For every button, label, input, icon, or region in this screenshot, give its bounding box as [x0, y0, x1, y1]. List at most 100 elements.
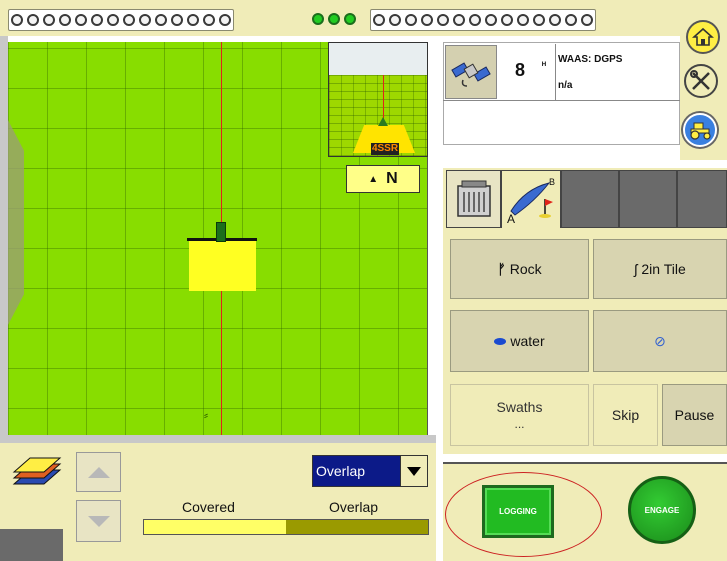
home-button[interactable]	[686, 20, 720, 54]
gps-status-led-bar	[0, 0, 680, 36]
pause-button[interactable]: Pause	[662, 384, 727, 446]
status-led	[565, 14, 577, 26]
status-led	[501, 14, 513, 26]
engage-button[interactable]: ENGAGE	[628, 476, 696, 544]
coverage-swath	[189, 241, 256, 291]
skip-label: Skip	[611, 407, 640, 423]
satellite-icon	[451, 62, 491, 87]
arrow-down-icon	[87, 515, 110, 527]
satellite-count-icon: ᴴ	[542, 60, 546, 70]
status-led	[373, 14, 385, 26]
status-led	[549, 14, 561, 26]
empty-marker-button[interactable]: ⊘	[593, 310, 727, 372]
swaths-label: Swaths	[496, 399, 543, 415]
gps-sub-status: n/a	[558, 80, 573, 91]
led-group-left	[8, 9, 234, 31]
svg-text:B: B	[549, 177, 555, 187]
status-led	[171, 14, 183, 26]
tools-button[interactable]	[684, 64, 718, 98]
ab-line-flag-icon: A B	[507, 177, 555, 225]
water-marker-label: water	[510, 333, 545, 349]
status-led	[581, 14, 593, 26]
perspective-label: 4SSR	[371, 143, 399, 155]
collapsed-side-panel[interactable]	[8, 120, 24, 325]
chevron-down-icon	[407, 466, 421, 476]
status-led	[107, 14, 119, 26]
gps-divider	[555, 44, 556, 100]
status-led	[75, 14, 87, 26]
status-led	[123, 14, 135, 26]
tile-marker-button[interactable]: ʃ 2in Tile	[593, 239, 727, 299]
rock-marker-button[interactable]: ᚠ Rock	[450, 239, 589, 299]
status-led	[328, 13, 340, 25]
coverage-mode-select[interactable]: Overlap	[312, 455, 428, 487]
status-led	[27, 14, 39, 26]
no-symbol-icon: ⊘	[654, 332, 666, 349]
layers-button[interactable]	[10, 450, 62, 498]
tractor-icon	[690, 122, 711, 140]
tab-field-marks[interactable]: A B	[501, 170, 561, 228]
pause-label: Pause	[674, 407, 715, 423]
overlap-label: Overlap	[329, 499, 379, 515]
coverage-bar	[143, 519, 429, 535]
status-led	[533, 14, 545, 26]
dropdown-arrow-button[interactable]	[400, 456, 427, 486]
rock-marker-label: Rock	[509, 261, 542, 277]
status-led	[155, 14, 167, 26]
status-led	[187, 14, 199, 26]
status-led	[91, 14, 103, 26]
status-led	[469, 14, 481, 26]
status-led	[344, 13, 356, 25]
tab-controller[interactable]	[446, 170, 501, 228]
status-led	[517, 14, 529, 26]
tab-empty-3[interactable]	[677, 170, 727, 228]
vehicle-button[interactable]	[683, 113, 717, 147]
covered-label: Covered	[182, 499, 235, 515]
scroll-up-button[interactable]	[76, 452, 121, 492]
compass-label: N	[386, 170, 398, 187]
svg-text:A: A	[507, 212, 515, 225]
coverage-bar-fill	[144, 520, 286, 534]
tile-marker-label: 2in Tile	[641, 261, 686, 277]
led-group-right	[370, 9, 596, 31]
perspective-sky	[329, 43, 427, 75]
layers-icon	[12, 457, 62, 485]
led-group-center	[310, 9, 358, 29]
satellite-count: 8	[515, 60, 526, 80]
status-led	[485, 14, 497, 26]
tab-empty-2[interactable]	[619, 170, 677, 228]
skip-button[interactable]: Skip	[593, 384, 658, 446]
controller-box-icon	[456, 180, 491, 217]
status-led	[389, 14, 401, 26]
status-led	[312, 13, 324, 25]
tractor-icon	[216, 222, 226, 242]
compass-indicator[interactable]: ▲ N	[346, 165, 420, 193]
gps-signal-label: WAAS: DGPS	[558, 54, 623, 65]
status-led	[11, 14, 23, 26]
water-icon	[494, 337, 507, 345]
status-led	[453, 14, 465, 26]
field-marker-icon: ⸗	[204, 408, 208, 422]
tab-empty-1[interactable]	[561, 170, 619, 228]
status-led	[43, 14, 55, 26]
status-led	[405, 14, 417, 26]
status-led	[437, 14, 449, 26]
swaths-button[interactable]: Swaths ...	[450, 384, 589, 446]
logging-highlight-annotation	[445, 472, 602, 557]
wrench-screwdriver-icon	[690, 70, 710, 90]
status-led	[203, 14, 215, 26]
compass-arrow-icon: ▲	[368, 173, 379, 185]
status-led	[59, 14, 71, 26]
status-led	[421, 14, 433, 26]
coverage-panel-corner	[0, 529, 63, 561]
scroll-down-button[interactable]	[76, 500, 121, 542]
water-marker-button[interactable]: water	[450, 310, 589, 372]
home-icon	[692, 27, 714, 46]
map-left-border	[0, 36, 8, 446]
flag-icon: ᚠ	[497, 261, 506, 277]
gps-satellite-button[interactable]	[445, 45, 497, 99]
perspective-view[interactable]: 4SSR	[328, 42, 428, 157]
vehicle-arrow-icon	[378, 117, 388, 126]
gps-divider-horizontal	[443, 100, 680, 101]
tile-line-icon: ʃ	[634, 261, 638, 277]
